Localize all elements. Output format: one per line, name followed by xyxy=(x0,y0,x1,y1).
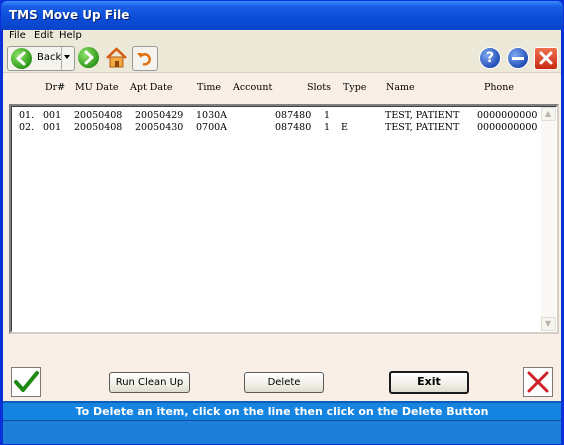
back-label: Back xyxy=(37,52,62,63)
close-button[interactable] xyxy=(533,46,559,71)
col-header-phone: Phone xyxy=(484,82,514,93)
home-button[interactable] xyxy=(104,46,129,71)
scroll-down-button[interactable]: ▼ xyxy=(541,317,556,331)
table-row[interactable]: 02. 001 20050408 20050430 0700A 087480 1… xyxy=(19,122,537,134)
chevron-down-icon: ▼ xyxy=(545,319,552,328)
col-header-mu-date: MU Date xyxy=(75,82,119,93)
help-icon: ? xyxy=(479,47,501,69)
row-time: 1030A xyxy=(196,110,228,121)
row-phone: 0000000000 xyxy=(477,110,538,121)
button-bar: Run Clean Up Delete Exit xyxy=(3,358,561,402)
checkmark-icon xyxy=(14,371,39,392)
status-bar: To Delete an item, click on the line the… xyxy=(3,401,561,420)
close-icon xyxy=(534,47,558,70)
row-index: 01. xyxy=(19,110,35,121)
chevron-down-icon[interactable] xyxy=(64,55,70,59)
menu-edit[interactable]: Edit xyxy=(34,30,53,41)
minimize-icon xyxy=(507,47,529,69)
row-dr: 001 xyxy=(43,110,62,121)
toolbar: Back ? xyxy=(3,43,561,73)
scroll-up-button[interactable]: ▲ xyxy=(541,107,556,121)
home-icon xyxy=(106,47,127,68)
row-type: E xyxy=(341,122,348,133)
row-phone: 0000000000 xyxy=(477,122,538,133)
row-dr: 001 xyxy=(43,122,62,133)
list-frame xyxy=(11,106,557,332)
row-apt-date: 20050429 xyxy=(135,110,184,121)
help-button[interactable]: ? xyxy=(477,46,503,71)
exit-button[interactable]: Exit xyxy=(389,371,469,394)
vertical-scrollbar[interactable]: ▲ ▼ xyxy=(541,107,556,331)
col-header-time: Time xyxy=(197,82,222,93)
title-bar[interactable]: TMS Move Up File xyxy=(1,1,563,30)
row-time: 0700A xyxy=(196,122,228,133)
menu-file[interactable]: File xyxy=(9,30,26,41)
window-title: TMS Move Up File xyxy=(9,8,130,22)
row-slots: 1 xyxy=(324,122,331,133)
app-window: TMS Move Up File File Edit Help Back ? D… xyxy=(0,0,564,445)
col-header-type: Type xyxy=(343,82,367,93)
col-header-slots: Slots xyxy=(307,82,331,93)
row-name: TEST, PATIENT xyxy=(385,110,460,121)
run-clean-up-button[interactable]: Run Clean Up xyxy=(109,372,190,393)
row-slots: 1 xyxy=(324,110,331,121)
row-name: TEST, PATIENT xyxy=(385,122,460,133)
row-account: 087480 xyxy=(275,110,312,121)
menu-bar: File Edit Help xyxy=(3,30,561,43)
table-row[interactable]: 01. 001 20050408 20050429 1030A 087480 1… xyxy=(19,110,537,122)
forward-button[interactable] xyxy=(77,46,100,71)
menu-help[interactable]: Help xyxy=(59,30,82,41)
row-mu-date: 20050408 xyxy=(74,110,123,121)
cancel-button[interactable] xyxy=(523,367,553,397)
chevron-up-icon: ▲ xyxy=(545,109,552,118)
forward-arrow-icon xyxy=(78,47,99,68)
col-header-apt-date: Apt Date xyxy=(130,82,173,93)
main-content: Dr# MU Date Apt Date Time Account Slots … xyxy=(3,73,561,401)
row-account: 087480 xyxy=(275,122,312,133)
row-mu-date: 20050408 xyxy=(74,122,123,133)
back-arrow-icon xyxy=(11,48,32,69)
minimize-button[interactable] xyxy=(505,46,531,71)
bottom-panel xyxy=(3,420,561,444)
undo-icon xyxy=(137,53,151,66)
undo-button[interactable] xyxy=(132,46,158,71)
back-divider xyxy=(61,47,62,70)
col-header-dr: Dr# xyxy=(45,82,66,93)
col-header-account: Account xyxy=(233,82,273,93)
back-button[interactable]: Back xyxy=(7,46,75,71)
cancel-x-icon xyxy=(527,371,549,393)
status-message: To Delete an item, click on the line the… xyxy=(75,405,489,418)
col-header-name: Name xyxy=(386,82,415,93)
move-up-list[interactable]: 01. 001 20050408 20050429 1030A 087480 1… xyxy=(9,104,559,334)
row-apt-date: 20050430 xyxy=(135,122,184,133)
delete-button[interactable]: Delete xyxy=(244,372,324,393)
row-index: 02. xyxy=(19,122,35,133)
ok-button[interactable] xyxy=(11,367,41,397)
